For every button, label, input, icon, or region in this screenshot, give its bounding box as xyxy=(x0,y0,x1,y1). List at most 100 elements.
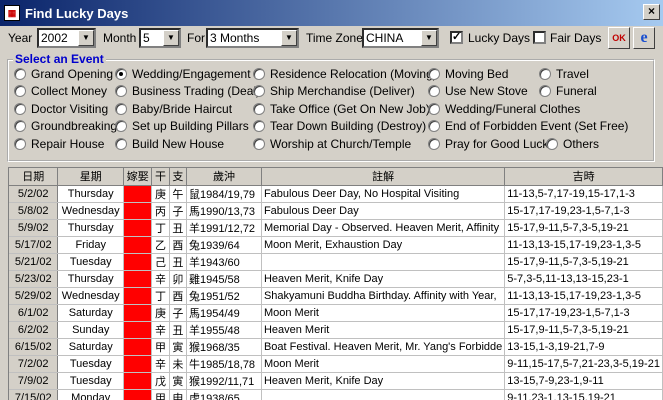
table-row[interactable]: 7/9/02 Tuesday 戊寅猴1992/11,71 Heaven Merit, … xyxy=(9,372,663,390)
clash-years: 1991/12,72 xyxy=(200,222,256,235)
table-row[interactable]: 5/29/02 Wednesday 丁酉兔1951/52 Shakyamuni Bud… xyxy=(9,287,663,305)
radio-icon[interactable] xyxy=(253,85,265,97)
table-row[interactable]: 7/15/02 Monday 甲申虎1938/65 9-11,23-1,13-15,1… xyxy=(9,389,663,400)
event-option-wedding-funeral-clothes[interactable]: Wedding/Funeral Clothes xyxy=(428,101,580,117)
event-option-wedding-engagement[interactable]: Wedding/Engagement xyxy=(115,66,251,82)
column-header-weekday[interactable]: 星期 xyxy=(57,168,125,186)
chevron-down-icon[interactable]: ▼ xyxy=(421,30,437,46)
branch-cell: 寅 xyxy=(169,338,188,356)
radio-icon[interactable] xyxy=(428,68,440,80)
event-option-repair-house[interactable]: Repair House xyxy=(14,136,104,152)
chevron-down-icon[interactable]: ▼ xyxy=(78,30,94,46)
marriage-indicator-cell xyxy=(123,389,153,400)
branch-cell: 酉 xyxy=(169,287,188,305)
clash-years: 1943/60 xyxy=(200,256,240,269)
month-select[interactable]: 5 ▼ xyxy=(139,28,181,48)
radio-icon[interactable] xyxy=(539,85,551,97)
event-option-others[interactable]: Others xyxy=(546,136,599,152)
weekday-cell: Sunday xyxy=(57,321,125,339)
clash-cell: 羊1943/60 xyxy=(186,253,262,271)
event-option-business-trading[interactable]: Business Trading (Deal) xyxy=(115,83,260,99)
event-option-baby-bride-haircut[interactable]: Baby/Bride Haircut xyxy=(115,101,232,117)
chevron-down-icon[interactable]: ▼ xyxy=(281,30,297,46)
radio-icon[interactable] xyxy=(253,103,265,115)
clash-years: 1939/64 xyxy=(200,239,240,252)
radio-selected-icon[interactable] xyxy=(115,68,127,80)
event-option-take-office[interactable]: Take Office (Get On New Job) xyxy=(253,101,430,117)
column-header-branch[interactable]: 支 xyxy=(169,168,188,186)
radio-icon[interactable] xyxy=(428,103,440,115)
ok-button[interactable]: OK xyxy=(608,27,630,49)
radio-icon[interactable] xyxy=(14,68,26,80)
table-row[interactable]: 5/21/02 Tuesday 己丑羊1943/60 15-17,9-11,5-7,3… xyxy=(9,253,663,271)
radio-icon[interactable] xyxy=(546,138,558,150)
column-header-date[interactable]: 日期 xyxy=(9,168,59,186)
timezone-select[interactable]: CHINA ▼ xyxy=(362,28,439,48)
table-row[interactable]: 5/2/02 Thursday 庚午鼠1984/19,79 Fabulous Deer… xyxy=(9,185,663,203)
table-row[interactable]: 6/1/02 Saturday 庚子馬1954/49 Moon Merit 15-17,… xyxy=(9,304,663,322)
event-option-grand-opening[interactable]: Grand Opening xyxy=(14,66,113,82)
radio-icon[interactable] xyxy=(14,120,26,132)
table-row[interactable]: 6/15/02 Saturday 甲寅猴1968/35 Boat Festival. … xyxy=(9,338,663,356)
radio-icon[interactable] xyxy=(253,68,265,80)
table-row[interactable]: 5/9/02 Thursday 丁丑羊1991/12,72 Memorial Day … xyxy=(9,219,663,237)
date-cell: 7/2/02 xyxy=(9,355,59,373)
radio-icon[interactable] xyxy=(253,138,265,150)
notes-cell: Fabulous Deer Day, No Hospital Visiting xyxy=(261,185,506,203)
close-button[interactable]: × xyxy=(643,4,660,20)
chevron-down-icon[interactable]: ▼ xyxy=(163,30,179,46)
fair-days-checkbox[interactable] xyxy=(533,31,546,44)
browser-button[interactable]: e xyxy=(633,27,655,49)
table-row[interactable]: 7/2/02 Tuesday 辛未牛1985/18,78 Moon Merit 9-11… xyxy=(9,355,663,373)
radio-icon[interactable] xyxy=(253,120,265,132)
table-row[interactable]: 6/2/02 Sunday 辛丑羊1955/48 Heaven Merit 15-17,… xyxy=(9,321,663,339)
radio-icon[interactable] xyxy=(14,138,26,150)
event-option-moving-bed[interactable]: Moving Bed xyxy=(428,66,508,82)
radio-icon[interactable] xyxy=(539,68,551,80)
results-grid[interactable]: 日期 星期 嫁娶 干 支 歲沖 註解 吉時 5/2/02 Thursday 庚午鼠1… xyxy=(8,167,663,400)
period-select[interactable]: 3 Months ▼ xyxy=(206,28,299,48)
column-header-notes[interactable]: 註解 xyxy=(261,168,506,186)
year-select[interactable]: 2002 ▼ xyxy=(37,28,96,48)
lucky-hours-cell: 15-17,9-11,5-7,3-5,19-21 xyxy=(504,219,663,237)
radio-icon[interactable] xyxy=(14,103,26,115)
event-option-tear-down-building[interactable]: Tear Down Building (Destroy) xyxy=(253,118,426,134)
event-option-travel[interactable]: Travel xyxy=(539,66,589,82)
event-option-groundbreaking[interactable]: Groundbreaking xyxy=(14,118,117,134)
table-row[interactable]: 5/8/02 Wednesday 丙子馬1990/13,73 Fabulous Dee… xyxy=(9,202,663,220)
column-header-lucky-hours[interactable]: 吉時 xyxy=(504,168,663,186)
event-option-set-up-pillars[interactable]: Set up Building Pillars xyxy=(115,118,249,134)
lucky-hours-cell: 15-17,9-11,5-7,3-5,19-21 xyxy=(504,253,663,271)
event-option-ship-merchandise[interactable]: Ship Merchandise (Deliver) xyxy=(253,83,415,99)
table-row[interactable]: 5/23/02 Thursday 辛卯雞1945/58 Heaven Merit, K… xyxy=(9,270,663,288)
radio-icon[interactable] xyxy=(428,120,440,132)
lucky-days-checkbox[interactable]: ✓ xyxy=(450,31,463,44)
event-option-residence-relocation[interactable]: Residence Relocation (Moving) xyxy=(253,66,437,82)
radio-icon[interactable] xyxy=(14,85,26,97)
event-option-label: Build New House xyxy=(132,137,225,151)
zodiac-label: 兔 xyxy=(189,289,200,303)
table-header-row: 日期 星期 嫁娶 干 支 歲沖 註解 吉時 xyxy=(9,168,663,186)
notes-cell: Boat Festival. Heaven Merit, Mr. Yang's … xyxy=(261,338,506,356)
date-cell: 5/21/02 xyxy=(9,253,59,271)
event-option-collect-money[interactable]: Collect Money xyxy=(14,83,107,99)
table-row[interactable]: 5/17/02 Friday 乙酉兔1939/64 Moon Merit, Exhau… xyxy=(9,236,663,254)
radio-icon[interactable] xyxy=(115,138,127,150)
column-header-marriage[interactable]: 嫁娶 xyxy=(123,168,153,186)
column-header-stem[interactable]: 干 xyxy=(151,168,170,186)
event-option-end-forbidden-event[interactable]: End of Forbidden Event (Set Free) xyxy=(428,118,628,134)
period-value: 3 Months xyxy=(210,31,260,45)
radio-icon[interactable] xyxy=(115,120,127,132)
radio-icon[interactable] xyxy=(428,138,440,150)
column-header-clash[interactable]: 歲沖 xyxy=(186,168,262,186)
radio-icon[interactable] xyxy=(115,103,127,115)
event-option-pray-good-luck[interactable]: Pray for Good Luck xyxy=(428,136,548,152)
event-option-worship[interactable]: Worship at Church/Temple xyxy=(253,136,411,152)
event-option-use-new-stove[interactable]: Use New Stove xyxy=(428,83,528,99)
radio-icon[interactable] xyxy=(428,85,440,97)
radio-icon[interactable] xyxy=(115,85,127,97)
event-option-doctor-visiting[interactable]: Doctor Visiting xyxy=(14,101,108,117)
event-option-build-new-house[interactable]: Build New House xyxy=(115,136,224,152)
clash-years: 1955/48 xyxy=(200,324,240,337)
event-option-funeral[interactable]: Funeral xyxy=(539,83,597,99)
